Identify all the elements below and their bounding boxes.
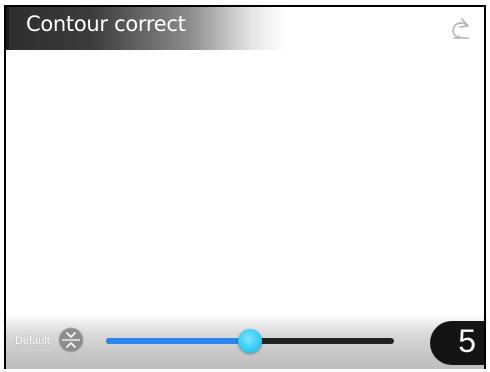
adjustment-bar: Default 5 xyxy=(6,314,484,369)
contour-slider[interactable] xyxy=(106,329,394,353)
up-down-chevrons-icon xyxy=(58,327,84,353)
default-label: Default xyxy=(15,335,50,347)
slider-thumb[interactable] xyxy=(238,329,262,353)
default-reset-button[interactable] xyxy=(58,327,84,353)
value-readout: 5 xyxy=(458,323,476,359)
title-accent xyxy=(6,7,9,50)
value-display: 5 xyxy=(430,321,484,365)
contour-correct-screen: Contour correct Default 5 xyxy=(4,5,486,369)
slider-fill xyxy=(106,338,250,344)
back-arrow-icon xyxy=(452,18,469,39)
back-button[interactable] xyxy=(448,15,472,41)
title-bar: Contour correct xyxy=(6,7,286,50)
page-title: Contour correct xyxy=(26,12,186,36)
